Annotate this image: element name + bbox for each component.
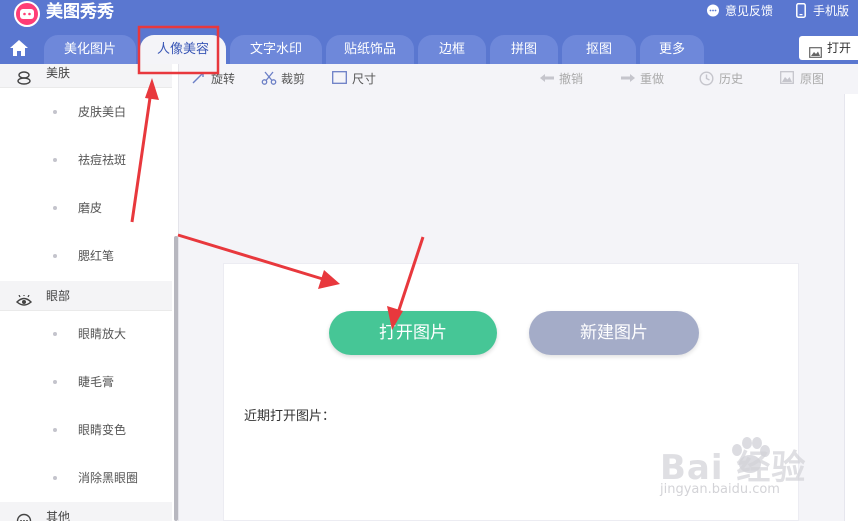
open-image-button[interactable]: 打开图片 <box>329 311 497 355</box>
tab-cutout[interactable]: 抠图 <box>562 35 636 64</box>
size-button[interactable]: 尺寸 <box>332 70 376 88</box>
clock-icon <box>699 71 714 91</box>
scissors-icon <box>261 71 277 90</box>
sidebar-item-label: 消除黑眼圈 <box>78 471 139 485</box>
section-other-title: 其他 <box>46 510 71 521</box>
new-image-button[interactable]: 新建图片 <box>529 311 699 355</box>
section-eyes-title: 眼部 <box>46 289 71 303</box>
bullet-dot <box>53 332 57 336</box>
sidebar-item-label: 睫毛膏 <box>78 375 115 389</box>
sidebar-item-label: 眼睛变色 <box>78 423 127 437</box>
tab-portrait[interactable]: 人像美容 <box>140 35 226 64</box>
bullet-dot <box>53 110 57 114</box>
undo-label: 撤销 <box>559 72 584 86</box>
section-eyes[interactable]: 眼部 <box>0 281 172 311</box>
history-label: 历史 <box>719 72 744 86</box>
main-tab-bar: 美化图片 人像美容 文字水印 贴纸饰品 边框 拼图 抠图 更多 打开 <box>0 32 858 64</box>
app-logo-icon <box>14 1 40 27</box>
original-label: 原图 <box>800 72 825 86</box>
image-icon <box>809 42 822 66</box>
phone-icon <box>796 3 806 23</box>
app-name: 美图秀秀 <box>46 2 114 22</box>
sidebar-scrollbar[interactable] <box>174 236 178 521</box>
rotate-label: 旋转 <box>211 72 236 86</box>
open-file-label: 打开 <box>827 41 852 55</box>
rotate-button[interactable]: 旋转 <box>191 70 235 88</box>
sidebar-item-eye-enlarge[interactable]: 眼睛放大 <box>0 319 172 349</box>
redo-icon <box>620 71 636 89</box>
sidebar-item-dark-circles[interactable]: 消除黑眼圈 <box>0 463 172 493</box>
section-skin[interactable]: 美肤 <box>0 64 172 88</box>
sidebar-item-acne-removal[interactable]: 祛痘祛斑 <box>0 145 172 175</box>
tab-more[interactable]: 更多 <box>640 35 704 64</box>
home-icon <box>10 40 28 56</box>
tab-collage[interactable]: 拼图 <box>490 35 558 64</box>
sidebar-item-eye-color[interactable]: 眼睛变色 <box>0 415 172 445</box>
crop-label: 裁剪 <box>281 72 306 86</box>
sidebar-item-label: 眼睛放大 <box>78 327 127 341</box>
bullet-dot <box>53 206 57 210</box>
undo-icon <box>539 71 555 89</box>
undo-button[interactable]: 撤销 <box>539 70 583 88</box>
bullet-dot <box>53 476 57 480</box>
crop-button[interactable]: 裁剪 <box>261 70 305 88</box>
open-file-button[interactable]: 打开 <box>799 36 858 60</box>
picture-icon <box>780 71 794 89</box>
recent-images-label: 近期打开图片： <box>244 409 336 424</box>
tab-text-watermark[interactable]: 文字水印 <box>230 35 322 64</box>
sidebar-item-label: 磨皮 <box>78 201 103 215</box>
tab-stickers[interactable]: 贴纸饰品 <box>326 35 414 64</box>
resize-icon <box>332 71 347 89</box>
tab-frames[interactable]: 边框 <box>418 35 486 64</box>
feedback-label: 意见反馈 <box>725 4 774 18</box>
mobile-label: 手机版 <box>813 4 850 18</box>
history-button[interactable]: 历史 <box>699 70 743 88</box>
chat-bubble-icon <box>706 4 720 23</box>
bullet-dot <box>53 158 57 162</box>
sidebar-item-smoothing[interactable]: 磨皮 <box>0 193 172 223</box>
sidebar-item-label: 皮肤美白 <box>78 105 127 119</box>
section-skin-title: 美肤 <box>46 66 71 80</box>
eye-icon <box>15 289 33 319</box>
sidebar-item-label: 腮红笔 <box>78 249 115 263</box>
bullet-dot <box>53 254 57 258</box>
size-label: 尺寸 <box>352 72 377 86</box>
mobile-version-link[interactable]: 手机版 <box>794 2 849 20</box>
tools-sidebar: 美肤 皮肤美白 祛痘祛斑 磨皮 腮红笔 眼部 眼睛放大 睫毛膏 眼睛变色 消除黑… <box>0 64 179 521</box>
start-card <box>223 263 799 521</box>
more-icon <box>16 510 32 521</box>
skin-icon <box>16 66 32 96</box>
rotate-icon <box>191 71 205 90</box>
redo-label: 重做 <box>640 72 665 86</box>
original-button[interactable]: 原图 <box>780 70 824 88</box>
sidebar-item-mascara[interactable]: 睫毛膏 <box>0 367 172 397</box>
title-bar: 美图秀秀 意见反馈 手机版 <box>0 0 858 32</box>
section-other[interactable]: 其他 <box>0 502 172 521</box>
tab-beautify[interactable]: 美化图片 <box>44 35 136 64</box>
sidebar-item-blush-brush[interactable]: 腮红笔 <box>0 241 172 271</box>
bullet-dot <box>53 428 57 432</box>
feedback-link[interactable]: 意见反馈 <box>706 2 773 20</box>
right-panel-edge <box>844 94 858 521</box>
sidebar-item-skin-whitening[interactable]: 皮肤美白 <box>0 97 172 127</box>
home-button[interactable] <box>8 38 32 62</box>
redo-button[interactable]: 重做 <box>620 70 664 88</box>
bullet-dot <box>53 380 57 384</box>
edit-toolbar: 旋转 裁剪 尺寸 撤销 重做 历史 原图 <box>179 64 858 94</box>
sidebar-item-label: 祛痘祛斑 <box>78 153 127 167</box>
